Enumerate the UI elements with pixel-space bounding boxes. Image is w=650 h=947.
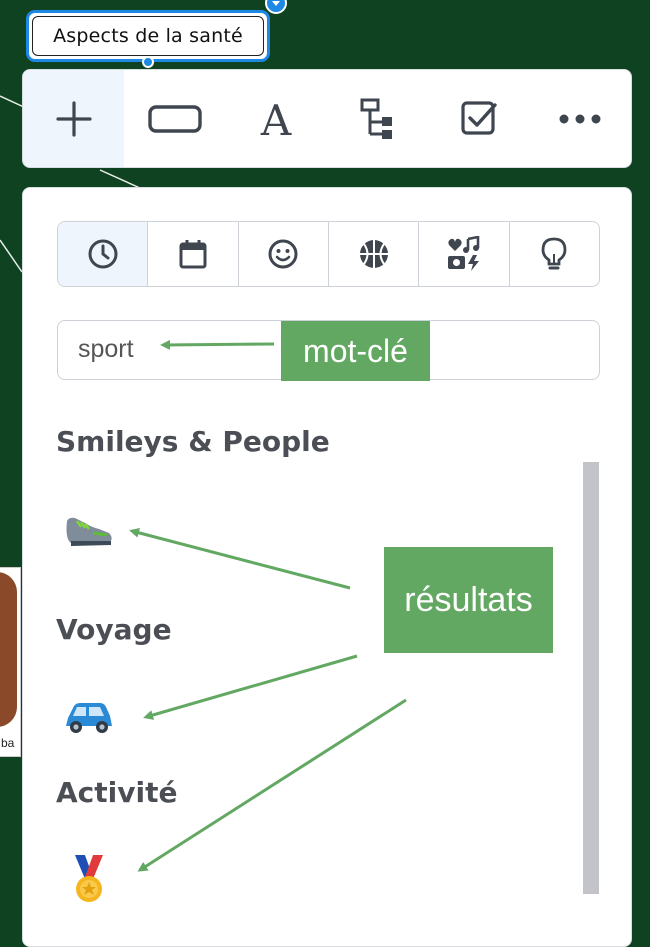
- annotation-results-label: résultats: [384, 547, 553, 653]
- smiley-icon: [268, 239, 298, 269]
- node-title: Aspects de la santé: [32, 16, 264, 56]
- side-card-label: ba: [1, 736, 15, 750]
- tab-symbols[interactable]: [510, 222, 599, 286]
- add-tool-button[interactable]: [23, 70, 125, 167]
- basketball-icon: [359, 240, 388, 268]
- section-title-voyage: Voyage: [56, 613, 172, 646]
- emoji-list-scrollbar[interactable]: [583, 462, 599, 894]
- section-title-activite: Activité: [56, 776, 178, 809]
- tab-objects[interactable]: [419, 222, 510, 286]
- emoji-category-tabs: [57, 221, 600, 287]
- emoji-running-shoe[interactable]: [59, 499, 119, 559]
- hierarchy-icon: [360, 98, 392, 139]
- checkbox-icon: [461, 100, 497, 135]
- shape-tool-button[interactable]: [124, 70, 225, 167]
- tab-calendar[interactable]: [148, 222, 239, 286]
- side-card-image: [0, 572, 17, 727]
- tab-activities[interactable]: [329, 222, 420, 286]
- rectangle-icon: [148, 104, 202, 133]
- running-shoe-icon: [66, 517, 112, 546]
- tab-smileys[interactable]: [239, 222, 329, 286]
- text-a-icon: A: [260, 97, 292, 141]
- blue-car-icon: [66, 703, 112, 733]
- emoji-suv[interactable]: [59, 688, 119, 748]
- clock-icon: [88, 239, 118, 269]
- lightbulb-icon: [541, 237, 567, 270]
- calendar-icon: [179, 240, 207, 269]
- heart-music-camera-icon: [447, 236, 480, 271]
- mindmap-node[interactable]: Aspects de la santé: [26, 10, 270, 62]
- text-tool-button[interactable]: A: [226, 70, 327, 167]
- medal-icon: [75, 855, 103, 902]
- more-options-button[interactable]: [530, 70, 631, 167]
- emoji-medal[interactable]: [59, 850, 119, 910]
- node-menu-handle[interactable]: [265, 0, 287, 14]
- node-toolbar: A: [22, 69, 632, 168]
- svg-text:A: A: [260, 97, 292, 141]
- side-image-card[interactable]: ba: [0, 567, 21, 757]
- node-connector-dot[interactable]: [142, 56, 154, 68]
- section-title-smileys: Smileys & People: [56, 425, 330, 458]
- plus-icon: [56, 100, 92, 137]
- annotation-keyword-label: mot-clé: [281, 321, 430, 381]
- task-tool-button[interactable]: [428, 70, 529, 167]
- search-input-value: sport: [78, 335, 134, 363]
- more-dots-icon: [559, 114, 601, 123]
- structure-tool-button[interactable]: [327, 70, 428, 167]
- tab-recent[interactable]: [58, 222, 149, 286]
